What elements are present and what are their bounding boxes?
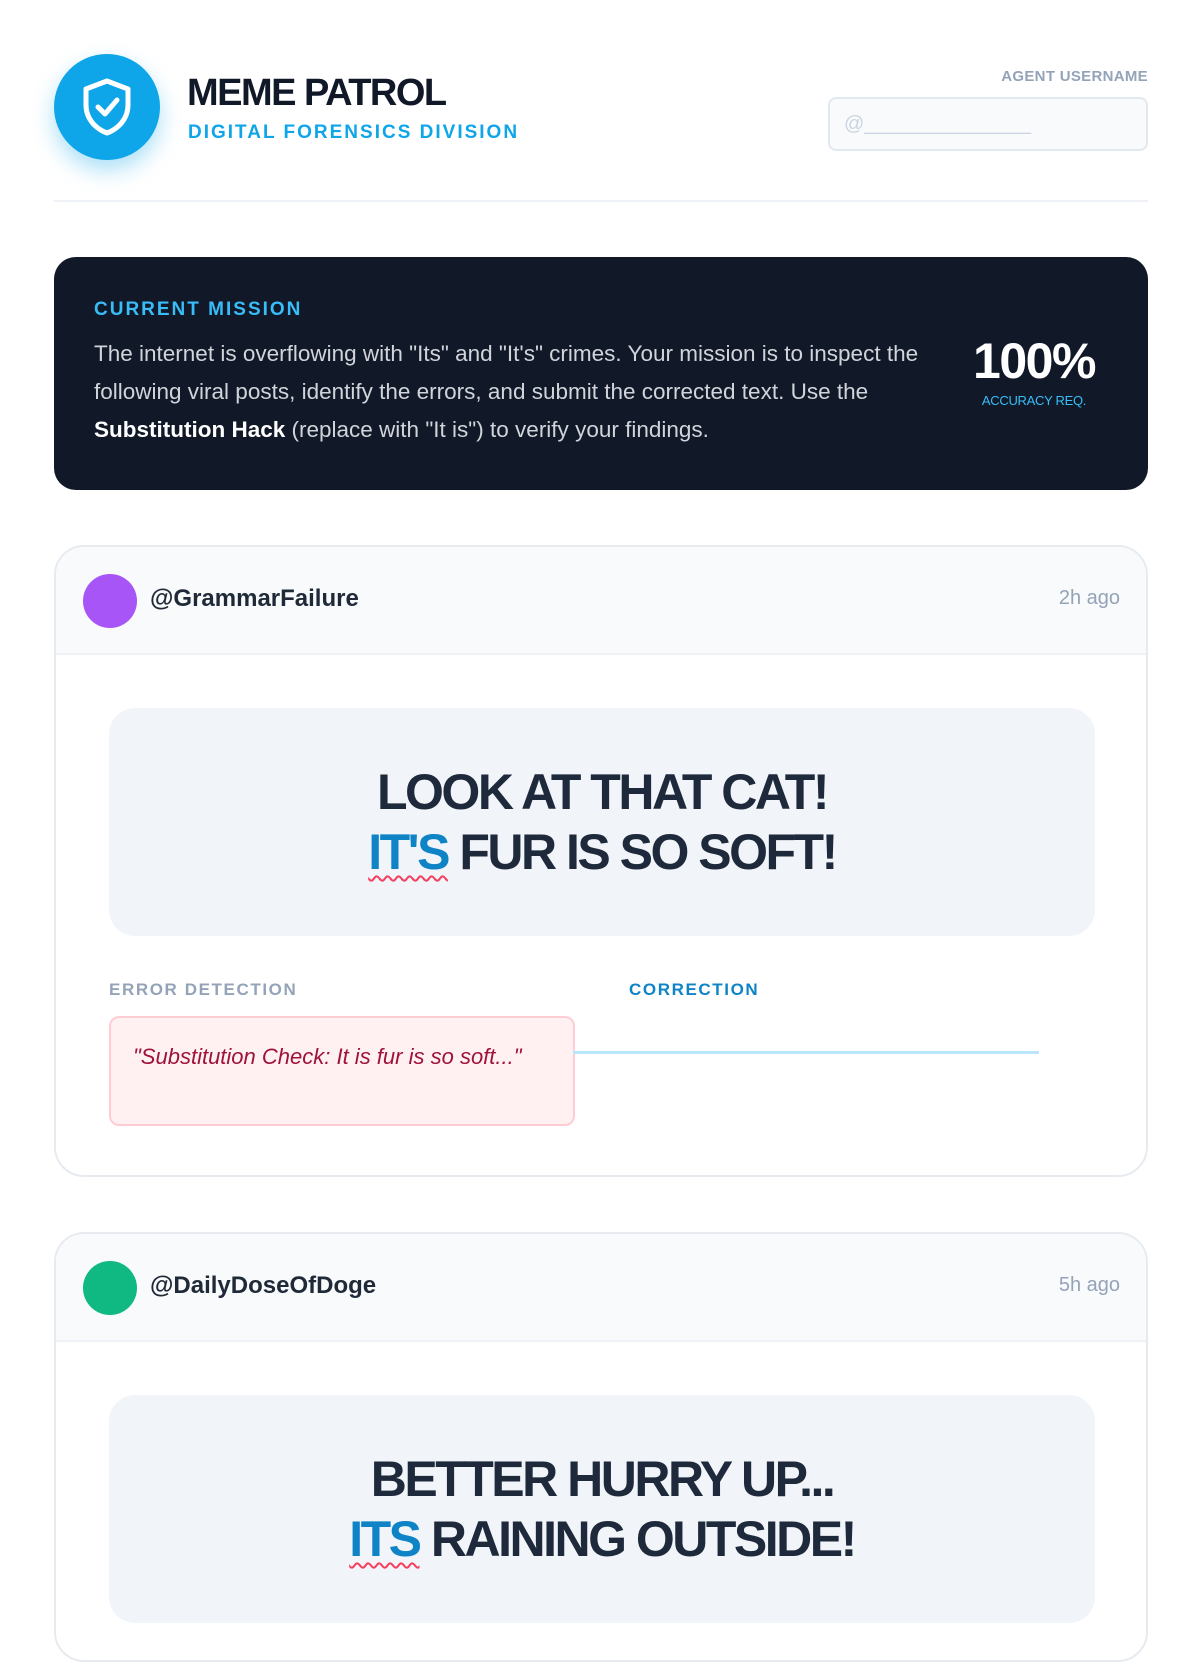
avatar: [83, 1261, 137, 1315]
meme-content: BETTER HURRY UP... ITS RAINING OUTSIDE!: [109, 1395, 1095, 1623]
agent-username-input[interactable]: [828, 97, 1148, 151]
post-timestamp: 5h ago: [1058, 1274, 1120, 1296]
post-timestamp: 2h ago: [1058, 587, 1120, 609]
error-detection-label: ERROR DETECTION: [109, 980, 298, 999]
post-username[interactable]: @GrammarFailure: [150, 585, 359, 613]
logo: [54, 54, 160, 160]
meme-line: IT'S FUR IS SO SOFT!: [368, 822, 838, 882]
error-detection-box: "Substitution Check: It is fur is so sof…: [109, 1016, 575, 1126]
meme-line: LOOK AT THAT CAT!: [377, 764, 829, 820]
accuracy-stat: 100% ACCURACY REQ.: [954, 333, 1114, 408]
post-card: @DailyDoseOfDoge 5h ago BETTER HURRY UP.…: [54, 1232, 1148, 1662]
post-username[interactable]: @DailyDoseOfDoge: [150, 1272, 376, 1300]
avatar: [83, 574, 137, 628]
mission-label: CURRENT MISSION: [94, 299, 303, 320]
meme-line: ITS RAINING OUTSIDE!: [349, 1509, 857, 1569]
meme-error-word[interactable]: ITS: [349, 1511, 422, 1567]
shield-check-icon: [83, 78, 131, 136]
accuracy-label: ACCURACY REQ.: [981, 393, 1087, 408]
post-header: @DailyDoseOfDoge 5h ago: [56, 1234, 1146, 1342]
agent-username-label: AGENT USERNAME: [1001, 68, 1148, 85]
meme-line: BETTER HURRY UP...: [370, 1451, 836, 1507]
post-card: @GrammarFailure 2h ago LOOK AT THAT CAT!…: [54, 545, 1148, 1177]
meme-error-word[interactable]: IT'S: [368, 824, 450, 880]
meme-content: LOOK AT THAT CAT! IT'S FUR IS SO SOFT!: [109, 708, 1095, 936]
mission-description: The internet is overflowing with "Its" a…: [94, 335, 944, 449]
app-header: MEME PATROL DIGITAL FORENSICS DIVISION A…: [54, 52, 1148, 202]
mission-text-part: The internet is overflowing with "Its" a…: [94, 341, 919, 404]
app-title: MEME PATROL: [187, 72, 447, 114]
mission-text-part: (replace with "It is") to verify your fi…: [285, 417, 709, 442]
mission-text-highlight: Substitution Hack: [94, 417, 286, 442]
mission-panel: CURRENT MISSION The internet is overflow…: [54, 257, 1148, 490]
app-subtitle: DIGITAL FORENSICS DIVISION: [188, 122, 520, 143]
correction-input[interactable]: [573, 1010, 1039, 1054]
meme-line-rest: FUR IS SO SOFT!: [447, 824, 838, 880]
correction-label: CORRECTION: [629, 980, 760, 999]
accuracy-value: 100%: [973, 333, 1096, 389]
meme-line-rest: RAINING OUTSIDE!: [419, 1511, 857, 1567]
post-header: @GrammarFailure 2h ago: [56, 547, 1146, 655]
